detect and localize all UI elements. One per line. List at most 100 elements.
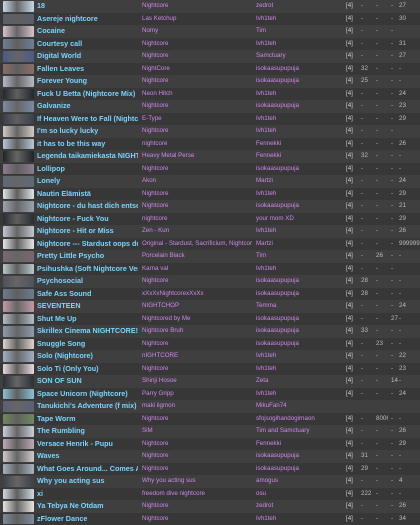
song-row[interactable]: What Goes Around... Comes AroundNightcor… — [0, 463, 420, 476]
song-title[interactable]: If Heaven Were to Fall (Nightcore) — [37, 113, 138, 126]
song-title[interactable]: Nautin Elämistä — [37, 188, 138, 201]
song-row[interactable]: Courtesy callNightcoreIvh1teh[4]---31 — [0, 38, 420, 51]
song-stat-2: - — [376, 300, 388, 313]
song-stat-4: 24 — [399, 88, 420, 101]
song-title[interactable]: Nightcore - Hit or Miss — [37, 225, 138, 238]
song-row[interactable]: Nightcore - Fuck Younightcoreyour mom XD… — [0, 213, 420, 226]
song-row[interactable]: 18Nightcorezedrot[4]---27 — [0, 0, 420, 13]
song-uploader: Tim — [256, 250, 344, 263]
song-stat-2: - — [376, 425, 388, 438]
song-title[interactable]: Shut Me Up — [37, 313, 138, 326]
song-title[interactable]: Nightcore - du hast dich entschieden — [37, 200, 138, 213]
song-row[interactable]: Asereje nightcoreLas KetchupIvh1teh[4]--… — [0, 13, 420, 26]
song-title[interactable]: Waves — [37, 450, 138, 463]
song-title[interactable]: Versace Henrik - Pupu — [37, 438, 138, 451]
song-title[interactable]: SON OF SUN — [37, 375, 138, 388]
song-title[interactable]: Galvanize — [37, 100, 138, 113]
song-row[interactable]: GalvanizeNightcoreisokaasupupuja[4]---23 — [0, 100, 420, 113]
song-title[interactable]: Fallen Leaves — [37, 63, 138, 76]
song-row[interactable]: Nightcore - Hit or MissZen - KunIvh1teh[… — [0, 225, 420, 238]
song-artist: Nightcore — [142, 50, 252, 63]
song-title[interactable]: What Goes Around... Comes Around — [37, 463, 138, 476]
song-row[interactable]: Legenda taikamiekasta NIGHTCOREHeavy Met… — [0, 150, 420, 163]
song-row[interactable]: Shut Me UpNightcored by Meisokaasupupuja… — [0, 313, 420, 326]
song-title[interactable]: Space Unicorn (Nightcore) — [37, 388, 138, 401]
song-title[interactable]: Snuggle Song — [37, 338, 138, 351]
song-row[interactable]: The RumblingSiMTim and Samctuary[4]---26 — [0, 425, 420, 438]
song-row[interactable]: LollipopNightcoreisokaasupupuja[4]---- — [0, 163, 420, 176]
song-row[interactable]: Fallen LeavesNightCoreisokaasupupuja[4]3… — [0, 63, 420, 76]
song-stat-1: - — [361, 50, 373, 63]
song-count: [4] — [346, 300, 358, 313]
song-title[interactable]: Forever Young — [37, 75, 138, 88]
song-row[interactable]: Why you acting susWhy you acting susamog… — [0, 475, 420, 488]
song-title[interactable]: Psychosocial — [37, 275, 138, 288]
song-row[interactable]: Skrillex Cinema NIGHTCORE!!!!Nightcore B… — [0, 325, 420, 338]
song-row[interactable]: Nightcore - du hast dich entschiedenNigh… — [0, 200, 420, 213]
song-title[interactable]: Nightcore - Fuck You — [37, 213, 138, 226]
song-title[interactable]: Tanukichi's Adventure (f mix) — [37, 400, 138, 413]
song-title[interactable]: Safe Ass Sound — [37, 288, 138, 301]
song-title[interactable]: 18 — [37, 0, 138, 13]
song-row[interactable]: xifreedom dive nightcoreosu[4]222--- — [0, 488, 420, 501]
song-title[interactable]: Legenda taikamiekasta NIGHTCORE — [37, 150, 138, 163]
song-row[interactable]: Nautin ElämistäNightcoreIvh1teh[4]---29 — [0, 188, 420, 201]
song-row[interactable]: SON OF SUNShinji HosoeZeta[4]--14- — [0, 375, 420, 388]
song-row[interactable]: Space Unicorn (Nightcore)Parry GrippIvh1… — [0, 388, 420, 401]
song-row[interactable]: Solo Ti (Only You)NightcoreIvh1teh[4]---… — [0, 363, 420, 376]
song-title[interactable]: Psihushka (Soft Nightcore Ver.) — [37, 263, 138, 276]
song-count: [4] — [346, 113, 358, 126]
song-title[interactable]: Lonely — [37, 175, 138, 188]
song-row[interactable]: Solo (Nightcore)nIGHTCOREIvh1teh[4]---22 — [0, 350, 420, 363]
song-title[interactable]: xi — [37, 488, 138, 501]
song-row[interactable]: Psihushka (Soft Nightcore Ver.)Karna val… — [0, 263, 420, 276]
song-thumbnail — [3, 501, 34, 512]
song-row[interactable]: LonelyAkonMartzi[4]---24 — [0, 175, 420, 188]
song-title[interactable]: Lollipop — [37, 163, 138, 176]
song-title[interactable]: Cocaine — [37, 25, 138, 38]
song-title[interactable]: Solo Ti (Only You) — [37, 363, 138, 376]
song-row[interactable]: Tanukichi's Adventure (f mix)maki ligmon… — [0, 400, 420, 413]
song-row[interactable]: it has to be this waynightcoreFennekki[4… — [0, 138, 420, 151]
song-artist: Original - Stardust, Sacrificium, Nightc… — [142, 238, 252, 251]
song-artist: Shinji Hosoe — [142, 375, 252, 388]
song-title[interactable]: zFlower Dance — [37, 513, 138, 525]
song-row[interactable]: Pretty Little PsychoPorcelain BlackTim[4… — [0, 250, 420, 263]
song-row[interactable]: Ya Tebya Ne OtdamNightcorezedrot[4]---26 — [0, 500, 420, 513]
song-row[interactable]: I'm so lucky luckyNightcoreIvh1teh[4]--- — [0, 125, 420, 138]
song-row[interactable]: zFlower DanceNightcoreIvh1teh[4]---34 — [0, 513, 420, 525]
song-title[interactable]: Asereje nightcore — [37, 13, 138, 26]
song-row[interactable]: Digital WorldNightcoreSamctuary[4]---27 — [0, 50, 420, 63]
song-row[interactable]: If Heaven Were to Fall (Nightcore)E-Type… — [0, 113, 420, 126]
song-row[interactable]: Versace Henrik - PupuNightcoreFennekki[4… — [0, 438, 420, 451]
song-row[interactable]: Fuck U Betta (Nightcore Mix)Neon HitchIv… — [0, 88, 420, 101]
song-artist: Nightcore — [142, 75, 252, 88]
song-stat-4 — [399, 263, 420, 276]
song-row[interactable]: Tape WormNightcoresfojsogihandogirnaon[4… — [0, 413, 420, 426]
song-title[interactable]: Solo (Nightcore) — [37, 350, 138, 363]
song-stat-4 — [399, 25, 420, 38]
song-title[interactable]: Skrillex Cinema NIGHTCORE!!!! — [37, 325, 138, 338]
song-thumbnail — [3, 314, 34, 325]
song-title[interactable]: Fuck U Betta (Nightcore Mix) — [37, 88, 138, 101]
song-stat-1: 32 — [361, 63, 373, 76]
song-title[interactable]: SEVENTEEN — [37, 300, 138, 313]
song-title[interactable]: Courtesy call — [37, 38, 138, 51]
song-title[interactable]: Pretty Little Psycho — [37, 250, 138, 263]
song-row[interactable]: Forever YoungNightcoreisokaasupupuja[4]2… — [0, 75, 420, 88]
song-row[interactable]: CocaineNomyTim[4]--- — [0, 25, 420, 38]
song-row[interactable]: WavesNightcoreisokaasupupuja[4]31--- — [0, 450, 420, 463]
song-title[interactable]: Ya Tebya Ne Otdam — [37, 500, 138, 513]
song-title[interactable]: Tape Worm — [37, 413, 138, 426]
song-title[interactable]: it has to be this way — [37, 138, 138, 151]
song-title[interactable]: Why you acting sus — [37, 475, 138, 488]
song-row[interactable]: Snuggle SongNightcoreisokaasupupuja[4]-2… — [0, 338, 420, 351]
song-title[interactable]: Nightcore --- Stardust oops dust* — [37, 238, 138, 251]
song-row[interactable]: PsychosocialNightcoreisokaasupupuja[4]28… — [0, 275, 420, 288]
song-row[interactable]: Nightcore --- Stardust oops dust* Origina… — [0, 238, 420, 251]
song-title[interactable]: The Rumbling — [37, 425, 138, 438]
song-title[interactable]: Digital World — [37, 50, 138, 63]
song-row[interactable]: SEVENTEENNIGHTCHOPTemma[4]---24 — [0, 300, 420, 313]
song-title[interactable]: I'm so lucky lucky — [37, 125, 138, 138]
song-row[interactable]: Safe Ass SoundxXxXxNightcorexXxXxisokaas… — [0, 288, 420, 301]
